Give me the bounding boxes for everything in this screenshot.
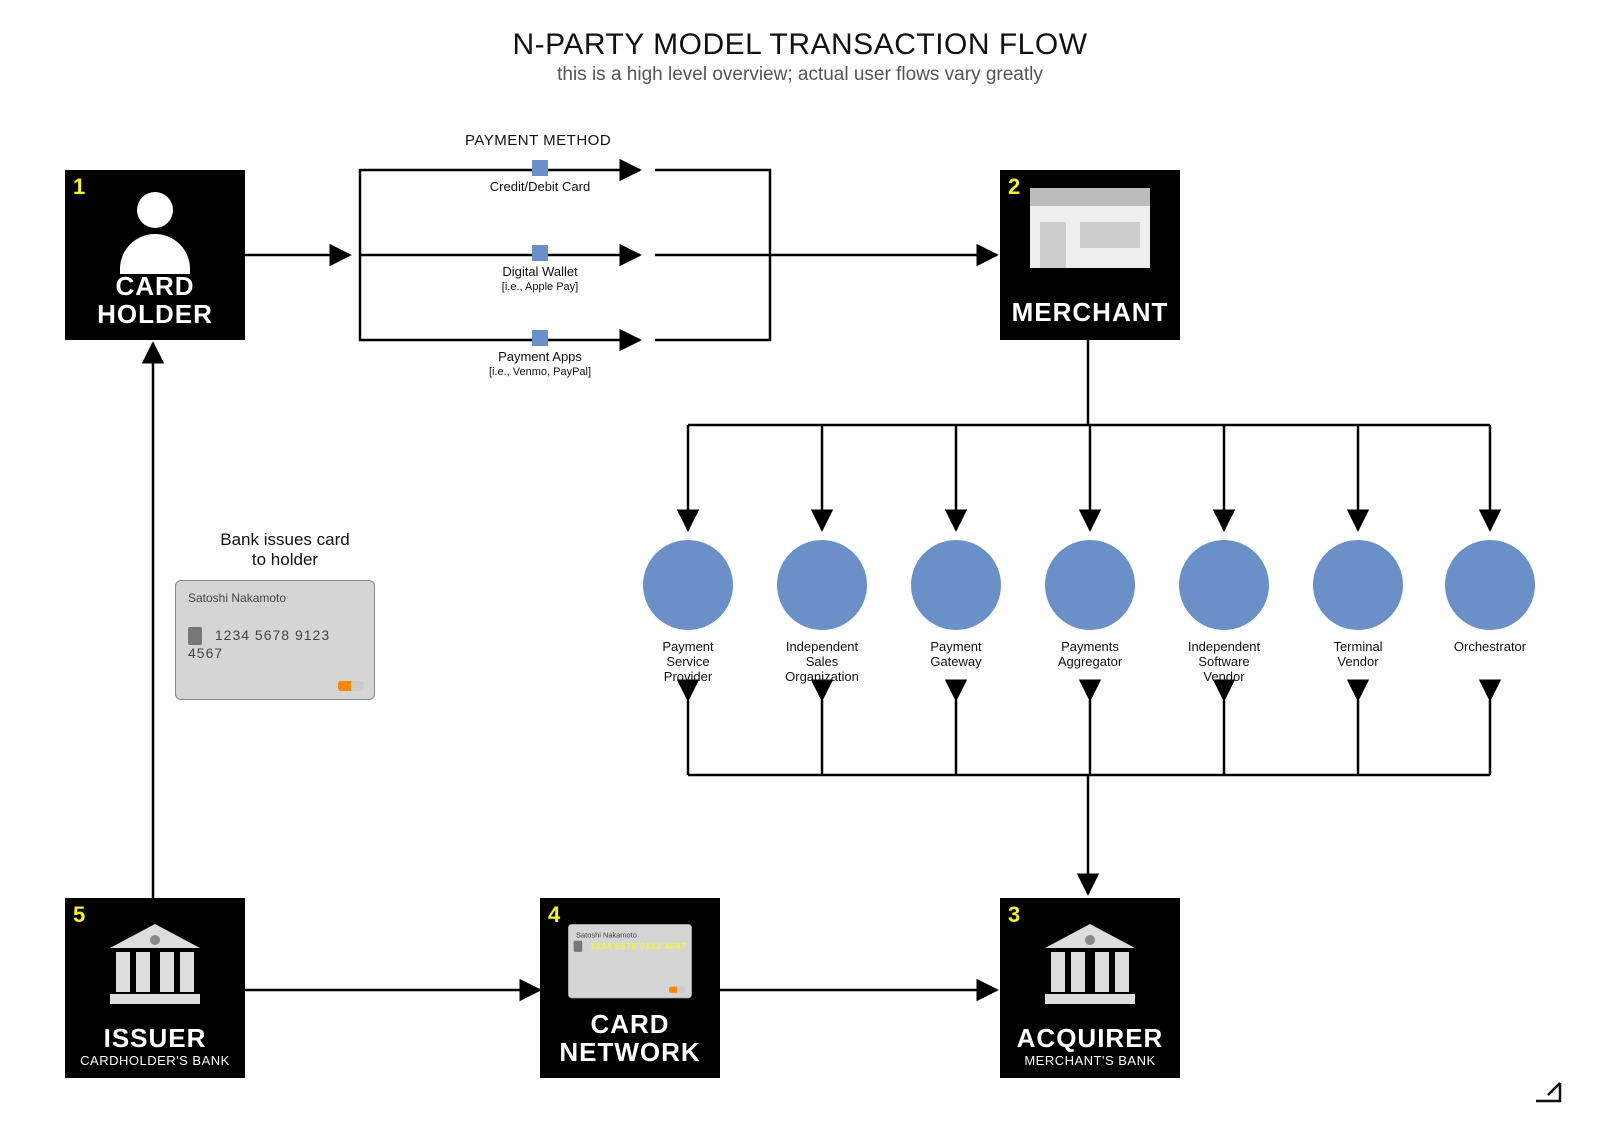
provider-isv: Independent Software Vendor — [1179, 540, 1269, 685]
node-merchant: 2 MERCHANT — [1000, 170, 1180, 340]
caption-line: to holder — [252, 550, 318, 569]
provider-gateway: Payment Gateway — [911, 540, 1001, 670]
provider-circle-icon — [1179, 540, 1269, 630]
card-brand-icon — [338, 681, 364, 691]
node-label: ISSUER — [104, 1023, 207, 1053]
pm-apps: Payment Apps [i.e., Venmo, PayPal] — [460, 330, 620, 379]
node-label: CARD — [590, 1009, 669, 1039]
provider-circle-icon — [643, 540, 733, 630]
pm-label: Credit/Debit Card — [490, 179, 590, 194]
pm-label: Payment Apps — [498, 349, 582, 364]
card-chip-icon — [532, 160, 548, 176]
node-label: ACQUIRER — [1017, 1023, 1164, 1053]
provider-circle-icon — [1045, 540, 1135, 630]
node-number: 1 — [73, 174, 85, 200]
storefront-icon — [1030, 188, 1150, 273]
node-label: NETWORK — [559, 1037, 700, 1067]
card-chip-icon — [574, 941, 583, 952]
payment-method-heading: PAYMENT METHOD — [465, 132, 611, 149]
node-sublabel: MERCHANT'S BANK — [1000, 1054, 1180, 1068]
pm-note: [i.e., Venmo, PayPal] — [489, 366, 591, 378]
provider-circle-icon — [777, 540, 867, 630]
caption-line: Bank issues card — [220, 530, 349, 549]
node-issuer: 5 ISSUER CARDHOLDER'S BANK — [65, 898, 245, 1078]
provider-circle-icon — [1445, 540, 1535, 630]
person-icon — [120, 192, 190, 274]
provider-psp: Payment Service Provider — [643, 540, 733, 685]
node-card-network: 4 Satoshi Nakamoto 1234 5678 9123 4567 C… — [540, 898, 720, 1078]
card-name: Satoshi Nakamoto — [188, 591, 362, 605]
card-number: 1234 5678 9123 4567 — [188, 627, 330, 661]
provider-orchestrator: Orchestrator — [1445, 540, 1535, 655]
provider-aggregator: Payments Aggregator — [1045, 540, 1135, 670]
diagram-canvas: N-PARTY MODEL TRANSACTION FLOW this is a… — [0, 0, 1600, 1130]
pm-card: Credit/Debit Card — [460, 160, 620, 194]
provider-label: Orchestrator — [1454, 639, 1526, 654]
node-sublabel: CARDHOLDER'S BANK — [65, 1054, 245, 1068]
node-cardholder: 1 CARD HOLDER — [65, 170, 245, 340]
credit-card-icon: Satoshi Nakamoto 1234 5678 9123 4567 — [568, 924, 692, 998]
issued-credit-card: Satoshi Nakamoto 1234 5678 9123 4567 — [175, 580, 375, 700]
node-number: 4 — [548, 902, 560, 928]
pm-label: Digital Wallet — [502, 264, 577, 279]
bank-icon — [110, 924, 200, 1004]
provider-circle-icon — [911, 540, 1001, 630]
pm-wallet: Digital Wallet [i.e., Apple Pay] — [460, 245, 620, 294]
provider-label: Payments Aggregator — [1058, 639, 1122, 669]
provider-circle-icon — [1313, 540, 1403, 630]
issue-card-caption: Bank issues card to holder — [185, 530, 385, 571]
node-number: 5 — [73, 902, 85, 928]
provider-iso: Independent Sales Organization — [777, 540, 867, 685]
provider-label: Independent Software Vendor — [1188, 639, 1260, 684]
node-label: HOLDER — [97, 299, 213, 329]
node-number: 2 — [1008, 174, 1020, 200]
provider-label: Independent Sales Organization — [785, 639, 859, 684]
node-acquirer: 3 ACQUIRER MERCHANT'S BANK — [1000, 898, 1180, 1078]
card-chip-icon — [188, 627, 202, 645]
provider-terminal: Terminal Vendor — [1313, 540, 1403, 670]
node-number: 3 — [1008, 902, 1020, 928]
pm-note: [i.e., Apple Pay] — [502, 281, 578, 293]
provider-label: Payment Service Provider — [662, 639, 713, 684]
provider-label: Payment Gateway — [930, 639, 981, 669]
card-name: Satoshi Nakamoto — [576, 931, 684, 940]
provider-label: Terminal Vendor — [1333, 639, 1382, 669]
watermark-icon — [1530, 1077, 1570, 1112]
card-chip-icon — [532, 245, 548, 261]
node-label: MERCHANT — [1012, 297, 1169, 327]
node-label: CARD — [115, 271, 194, 301]
card-brand-icon — [669, 987, 685, 993]
card-number: 1234 5678 9123 4567 — [590, 941, 686, 951]
bank-icon — [1045, 924, 1135, 1004]
card-chip-icon — [532, 330, 548, 346]
